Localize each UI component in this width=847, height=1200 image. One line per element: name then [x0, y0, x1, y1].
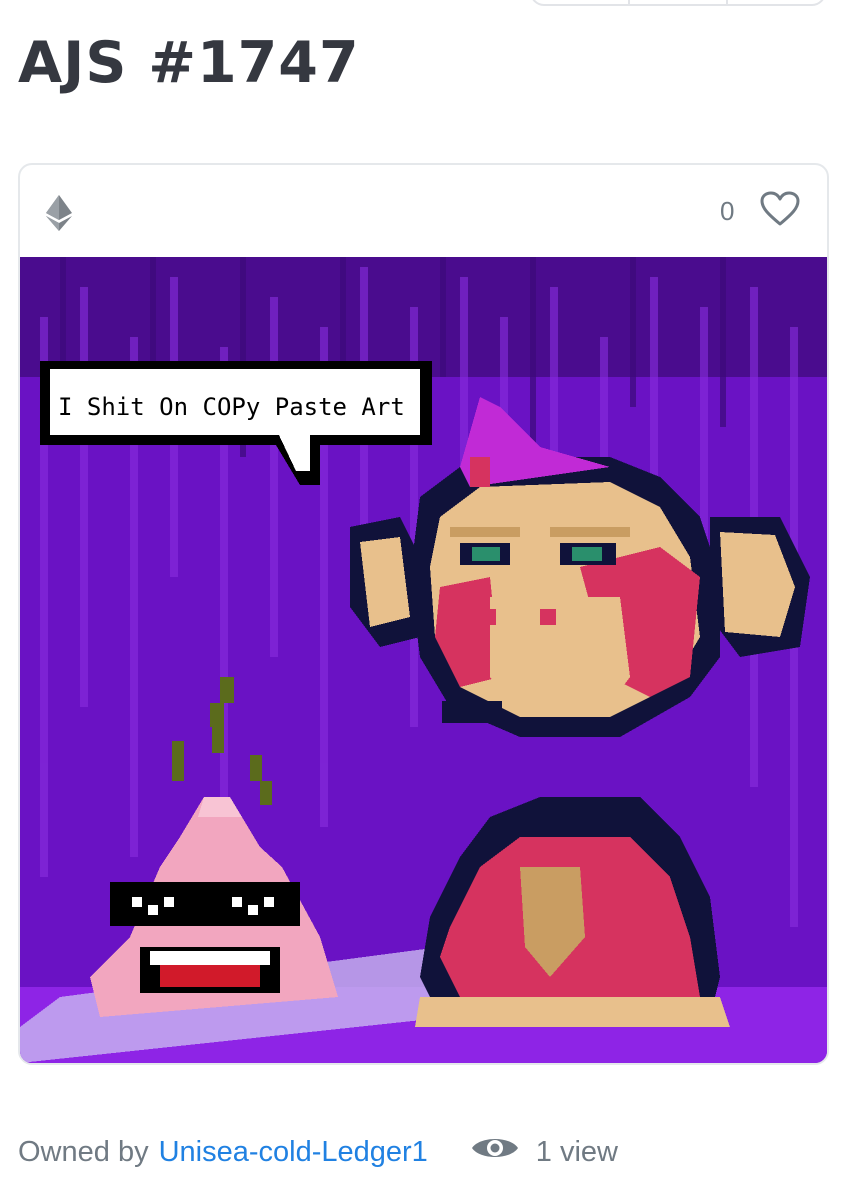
views-stat: 1 view — [470, 1132, 618, 1172]
page-title: AJS #1747 — [18, 30, 360, 96]
eye-icon — [470, 1132, 520, 1172]
owned-by-label: Owned by — [18, 1135, 149, 1168]
top-tab-3[interactable] — [728, 0, 824, 4]
favorite-count: 0 — [720, 196, 735, 226]
heart-icon[interactable] — [760, 191, 800, 231]
ownership-row: Owned by Unisea-cold-Ledger1 1 view — [18, 1132, 618, 1172]
card-header: 0 — [20, 165, 827, 257]
top-tab-2[interactable] — [630, 0, 728, 4]
speech-bubble-text: I Shit On COPy Paste Art — [58, 393, 405, 421]
ethereum-icon[interactable] — [46, 195, 72, 235]
nft-card: 0 I Shit On COPy Paste Art — [18, 163, 829, 1065]
top-tab-group[interactable] — [530, 0, 826, 6]
top-tab-1[interactable] — [532, 0, 630, 4]
views-label: 1 view — [535, 1135, 618, 1168]
owner-link[interactable]: Unisea-cold-Ledger1 — [159, 1136, 428, 1169]
nft-artwork[interactable]: I Shit On COPy Paste Art — [20, 257, 827, 1063]
